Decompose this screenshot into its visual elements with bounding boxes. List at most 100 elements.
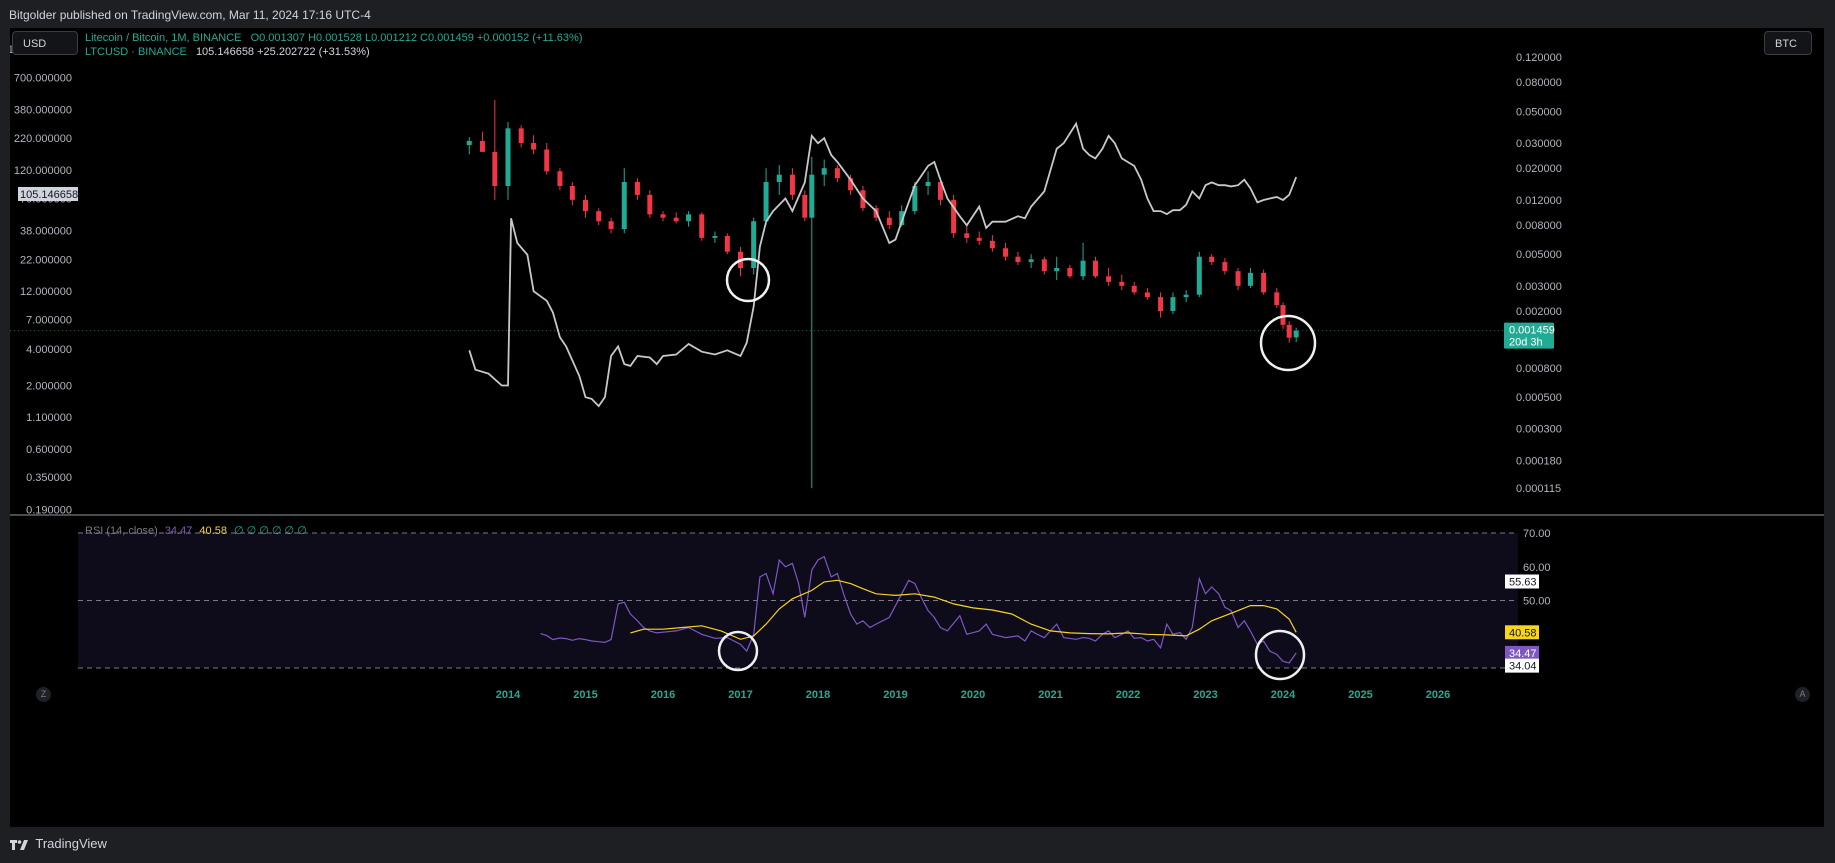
x-axis-tick-label: 2016 (651, 689, 675, 701)
chart-frame[interactable]: 0.120000 0.080000 0.050000 0.030000 0.020000… (10, 28, 1824, 827)
candle-body (789, 174, 795, 195)
candle-body (1119, 281, 1125, 286)
candle-body (1196, 256, 1202, 295)
footer: TradingView (10, 836, 107, 856)
candle-body (686, 214, 692, 222)
auto-scale-button[interactable]: A (1795, 687, 1810, 702)
left-axis-tick-label: 22.000000 (20, 254, 72, 266)
rsi-axis-tick-label: 60.00 (1523, 562, 1551, 574)
rsi-ma-value: 40.58 (199, 525, 227, 537)
countdown-label: 20d 3h (1509, 337, 1543, 349)
rsi-value-label: 34.04 (1509, 661, 1537, 673)
candle-body (1003, 248, 1009, 257)
candle-body (1274, 292, 1280, 306)
x-axis-tick-label: 2025 (1348, 689, 1372, 701)
left-axis-tick-label: 120.000000 (14, 165, 72, 177)
left-axis-tick-label: 380.000000 (14, 104, 72, 116)
x-axis-tick-label: 2020 (961, 689, 985, 701)
candle-body (647, 194, 653, 215)
candle-body (608, 221, 614, 230)
candle-body (479, 140, 485, 152)
rsi-axis-tick-label: 50.00 (1523, 596, 1551, 608)
highlight-circle-2017[interactable] (725, 257, 771, 303)
x-axis-tick-label: 2017 (728, 689, 752, 701)
x-axis-tick-label: 2015 (573, 689, 597, 701)
candle-body (1183, 294, 1189, 298)
last-price-label: 0.001459 (1509, 325, 1555, 337)
right-axis-tick-label: 0.020000 (1516, 163, 1562, 175)
rsi-value-label: 34.47 (1509, 648, 1537, 660)
left-axis-tick-label: 4.000000 (26, 344, 72, 356)
left-axis-tick-label: 38.000000 (20, 226, 72, 238)
footer-brand: TradingView (35, 836, 107, 851)
candle-body (531, 143, 537, 150)
candle-body (1041, 259, 1047, 272)
candle-body (1092, 260, 1098, 277)
candle-body (492, 151, 498, 187)
candle-body (634, 181, 640, 195)
btc-scale-button[interactable]: BTC (1764, 31, 1812, 55)
candle-body (583, 199, 588, 212)
candle-body (886, 217, 892, 225)
candle-body (518, 128, 524, 143)
right-axis-tick-label: 0.008000 (1516, 220, 1562, 232)
main-legend[interactable]: Litecoin / Bitcoin, 1M, BINANCE O0.00130… (85, 32, 583, 44)
right-axis-tick-label: 0.030000 (1516, 138, 1562, 150)
x-axis-tick-label: 2026 (1426, 689, 1450, 701)
candle-body (505, 128, 511, 187)
rsi-value-label: 55.63 (1509, 576, 1537, 588)
right-axis-tick-label: 0.005000 (1516, 249, 1562, 261)
candle-body (557, 171, 563, 187)
right-axis-tick-label: 0.080000 (1516, 77, 1562, 89)
right-axis-tick-label: 0.050000 (1516, 106, 1562, 118)
candle-body (802, 194, 808, 218)
candle-body (1209, 256, 1215, 263)
candle-body (776, 174, 782, 182)
candle-body (544, 149, 550, 172)
left-axis-tick-label: 700.000000 (14, 72, 72, 84)
usd-scale-label: USD (23, 38, 47, 50)
candle-body (1261, 272, 1267, 293)
overlay-symbol: LTCUSD · BINANCE (85, 46, 187, 58)
zoom-toggle-button[interactable]: Z (36, 687, 51, 702)
left-axis-tick-label: 0.350000 (26, 472, 72, 484)
rsi-na-values: ∅ ∅ ∅ ∅ ∅ ∅ (234, 525, 307, 537)
left-axis-tick-label: 0.190000 (26, 504, 72, 516)
chart-svg[interactable]: 0.120000 0.080000 0.050000 0.030000 0.020000… (10, 28, 1824, 827)
usd-scale-button[interactable]: USD (12, 31, 78, 55)
x-axis-tick-label: 2019 (883, 689, 907, 701)
x-axis-tick-label: 2021 (1038, 689, 1062, 701)
candle-body (596, 211, 602, 222)
rsi-value-label: 40.58 (1509, 627, 1537, 639)
candle-body (1286, 324, 1292, 338)
candle-body (1144, 292, 1150, 298)
right-axis-tick-label: 0.002000 (1516, 306, 1562, 318)
candle-body (673, 217, 679, 222)
zoom-toggle-label: Z (40, 689, 47, 699)
candle-body (621, 181, 627, 230)
left-axis-tick-label: 1.100000 (26, 412, 72, 424)
highlight-circle-2024[interactable] (1259, 314, 1317, 372)
main-ohlc: O0.001307 H0.001528 L0.001212 C0.001459 … (250, 32, 583, 44)
rsi-legend[interactable]: RSI (14, close) 34.47 40.58 ∅ ∅ ∅ ∅ ∅ ∅ (85, 524, 307, 537)
left-axis-tick-label: 2.000000 (26, 380, 72, 392)
candle-body (1235, 271, 1241, 286)
auto-scale-label: A (1799, 689, 1806, 699)
rsi-axis-tick-label: 70.00 (1523, 528, 1551, 540)
candle-body (1158, 297, 1164, 311)
x-axis-tick-label: 2022 (1116, 689, 1140, 701)
x-axis-tick-label: 2018 (806, 689, 830, 701)
candle-body (1080, 260, 1086, 277)
candle-body (569, 186, 575, 200)
candle-body (989, 240, 995, 249)
candle-body (1131, 285, 1137, 293)
left-axis-tick-label: 0.600000 (26, 444, 72, 456)
overlay-legend[interactable]: LTCUSD · BINANCE 105.146658 +25.202722 (… (85, 46, 370, 58)
candle-body (809, 174, 815, 218)
overlay-price-label: 105.146658 (20, 189, 78, 201)
candle-body (1067, 267, 1073, 277)
candle-body (925, 181, 931, 187)
rsi-name: RSI (14, close) (85, 525, 158, 537)
x-axis-tick-label: 2023 (1193, 689, 1217, 701)
ltcusd-line (468, 121, 1298, 408)
